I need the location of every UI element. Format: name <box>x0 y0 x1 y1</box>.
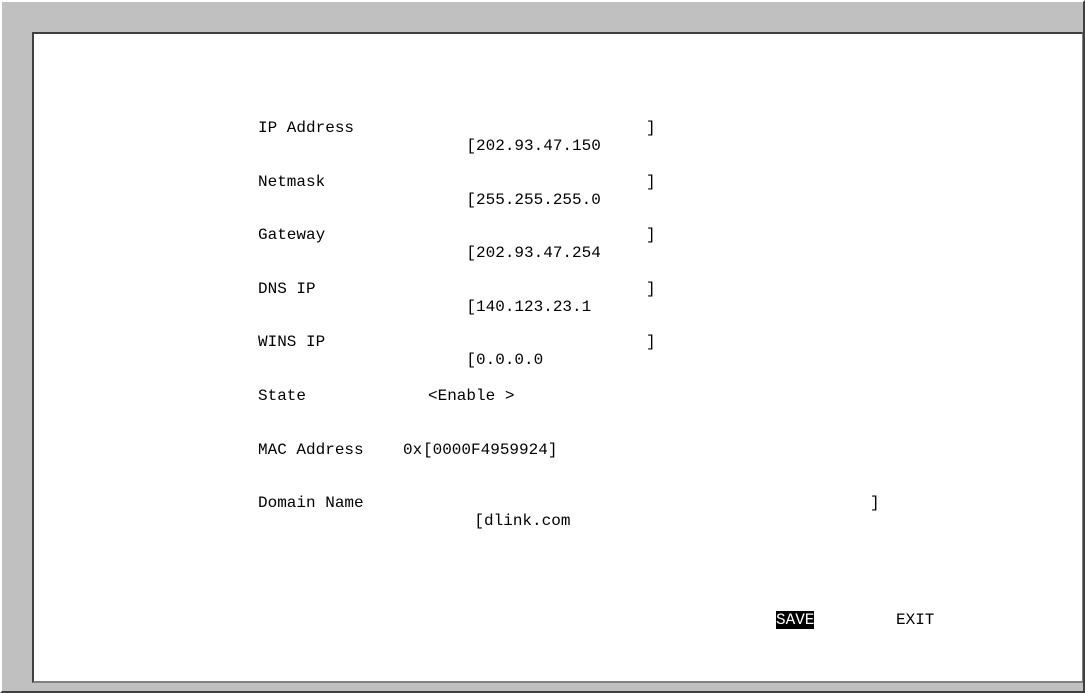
dns-ip-open-bracket: [ <box>466 298 477 316</box>
wins-ip-row: WINS IP [0.0.0.0 ] <box>258 333 656 369</box>
dns-ip-input[interactable]: 140.123.23.1 <box>476 298 591 316</box>
wins-ip-open-bracket: [ <box>466 351 477 369</box>
dns-ip-label: DNS IP <box>258 280 316 298</box>
domain-name-close-bracket: ] <box>870 494 880 512</box>
domain-name-label: Domain Name <box>258 494 364 512</box>
mac-address-value: [0000F4959924] <box>423 441 558 459</box>
mac-address-label: MAC Address <box>258 441 364 459</box>
mac-address-row: MAC Address 0x [0000F4959924] <box>258 441 557 459</box>
ip-address-input[interactable]: 202.93.47.150 <box>476 137 601 155</box>
ip-address-open-bracket: [ <box>466 137 477 155</box>
domain-name-input[interactable]: dlink.com <box>484 512 570 530</box>
wins-ip-close-bracket: ] <box>646 333 656 351</box>
ip-address-close-bracket: ] <box>646 119 656 137</box>
gateway-label: Gateway <box>258 226 326 244</box>
state-toggle[interactable]: <Enable > <box>428 387 514 405</box>
exit-button[interactable]: EXIT <box>896 611 934 629</box>
ip-address-label: IP Address <box>258 119 355 137</box>
netmask-input[interactable]: 255.255.255.0 <box>476 191 601 209</box>
ip-address-field[interactable]: [202.93.47.150 <box>428 119 601 173</box>
dns-ip-close-bracket: ] <box>646 280 656 298</box>
domain-name-row: Domain Name [dlink.com ] <box>258 494 880 530</box>
save-button[interactable]: SAVE <box>776 611 815 629</box>
state-row: State <Enable > <box>258 387 514 405</box>
netmask-close-bracket: ] <box>646 173 656 191</box>
wins-ip-field[interactable]: [0.0.0.0 <box>428 333 543 387</box>
netmask-row: Netmask [255.255.255.0 ] <box>258 173 656 209</box>
ip-address-row: IP Address [202.93.47.150 ] <box>258 119 656 155</box>
gateway-close-bracket: ] <box>646 226 656 244</box>
wins-ip-label: WINS IP <box>258 333 326 351</box>
wins-ip-input[interactable]: 0.0.0.0 <box>476 351 543 369</box>
domain-name-open-bracket: [ <box>474 512 485 530</box>
netmask-open-bracket: [ <box>466 191 477 209</box>
domain-name-field[interactable]: [dlink.com <box>436 494 570 548</box>
gateway-input[interactable]: 202.93.47.254 <box>476 244 601 262</box>
gateway-field[interactable]: [202.93.47.254 <box>428 226 601 280</box>
gateway-row: Gateway [202.93.47.254 ] <box>258 226 656 262</box>
netmask-field[interactable]: [255.255.255.0 <box>428 173 601 227</box>
dns-ip-row: DNS IP [140.123.23.1 ] <box>258 280 656 316</box>
netmask-label: Netmask <box>258 173 326 191</box>
dns-ip-field[interactable]: [140.123.23.1 <box>428 280 591 334</box>
state-label: State <box>258 387 307 405</box>
mac-address-prefix: 0x <box>403 441 423 459</box>
gateway-open-bracket: [ <box>466 244 477 262</box>
